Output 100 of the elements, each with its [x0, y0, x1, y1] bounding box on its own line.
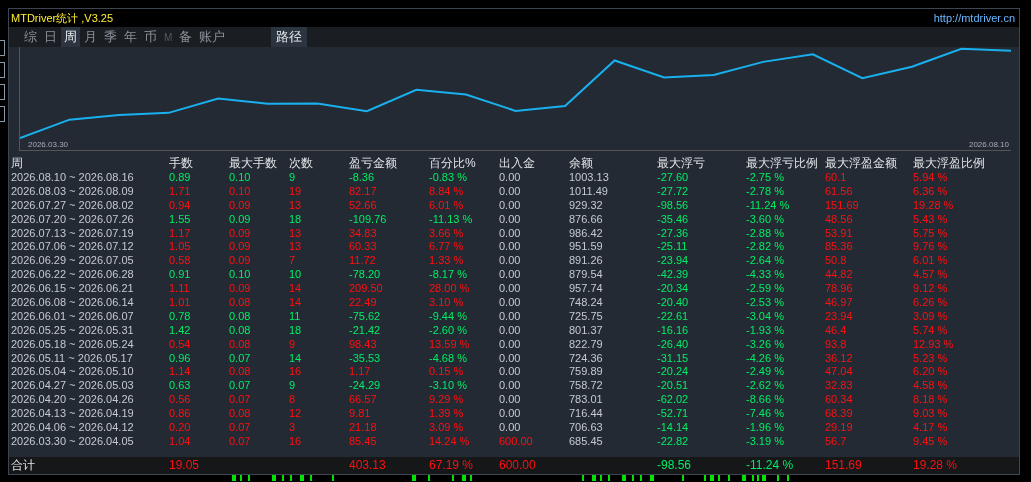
table-cell-text: -2.88 % [746, 226, 785, 241]
table-cell-text: 0.07 [229, 421, 252, 435]
table-cell-text: 986.42 [569, 226, 604, 241]
table-cell-text: 2026.08.03 ~ 2026.08.09 [11, 184, 135, 199]
table-cell-text: 0.00 [499, 240, 522, 255]
table-cell-text: 2026.05.04 ~ 2026.05.10 [11, 365, 135, 380]
website-link[interactable]: http://mtdriver.cn [933, 12, 1015, 24]
table-cell-text: 716.44 [569, 407, 604, 422]
table-cell-text: 34.83 [349, 226, 378, 241]
table-cell-text: 2026.04.20 ~ 2026.04.26 [11, 393, 135, 408]
table-cell-text: 44.82 [825, 268, 854, 283]
table-cell-text: -24.29 [349, 379, 382, 394]
table-cell-text: 19.05 [169, 457, 201, 474]
table-cell-text: 0.78 [169, 309, 192, 324]
table-cell-text: 2026.07.27 ~ 2026.08.02 [11, 198, 135, 213]
table-cell-text: 0.00 [499, 282, 522, 297]
period-tab[interactable]: 账户 [196, 27, 229, 47]
table-cell-text: -4.68 % [429, 351, 468, 366]
table-cell-text: -35.53 [349, 351, 382, 366]
table-cell-text: 1003.13 [569, 171, 610, 185]
table-cell-text: 23.94 [825, 309, 854, 324]
period-tab[interactable]: 日 [41, 27, 60, 47]
table-cell-text: -26.40 [657, 337, 690, 352]
table-cell-text: -11.24 % [746, 457, 795, 474]
table-cell-text: 1.17 [169, 226, 192, 241]
table-cell-text: 0.00 [499, 309, 522, 324]
table-cell-text: 600.00 [499, 434, 534, 449]
table-cell-text: 879.54 [569, 268, 604, 283]
table-cell-text: 0.09 [229, 240, 252, 255]
table-cell-text: 8.84 % [429, 184, 465, 199]
column-header: 手数 [169, 155, 194, 171]
period-tab[interactable]: 币 [141, 27, 160, 47]
column-header: 余额 [569, 155, 594, 171]
table-cell-text: 0.00 [499, 379, 522, 394]
table-cell-text: -3.26 % [746, 337, 785, 352]
table-cell-text: 0.96 [169, 351, 192, 366]
table-cell-text: 2026.05.25 ~ 2026.05.31 [11, 323, 135, 338]
table-cell-text: 801.37 [569, 323, 604, 338]
table-cell-text: 724.36 [569, 351, 604, 366]
table-cell-text: 0.91 [169, 268, 192, 283]
table-cell-text: 1.14 [169, 365, 192, 380]
table-cell-text: 685.45 [569, 434, 604, 449]
table-cell-text: -11.24 % [746, 198, 791, 213]
period-tab[interactable]: 周 [61, 27, 80, 47]
table-cell-text: 2026.06.01 ~ 2026.06.07 [11, 309, 135, 324]
table-cell-text: -20.51 [657, 379, 690, 394]
period-tab[interactable]: 月 [81, 27, 100, 47]
table-cell-text: 0.07 [229, 351, 252, 366]
table-cell-text: 5.23 % [913, 351, 949, 366]
table-cell-text: 14 [289, 282, 303, 297]
table-cell-text: 13 [289, 226, 303, 241]
column-header: 最大浮亏比例 [746, 155, 819, 171]
table-cell-text: 10 [289, 268, 303, 283]
table-cell-text: -23.94 [657, 254, 690, 269]
table-cell-text: 0.08 [229, 407, 252, 422]
table-cell-text: 957.74 [569, 282, 604, 297]
table-cell-text: 52.66 [349, 198, 378, 213]
table-cell-text: 1.17 [349, 365, 372, 380]
table-cell-text: 85.45 [349, 434, 378, 449]
table-cell-text: -27.36 [657, 226, 690, 241]
period-tab[interactable]: 综 [21, 27, 40, 47]
table-cell-text: 0.00 [499, 296, 522, 310]
table-cell-text: 0.89 [169, 171, 192, 185]
table-cell-text: 2026.06.29 ~ 2026.07.05 [11, 254, 135, 269]
path-button[interactable]: 路径 [271, 27, 308, 47]
table-cell-text: -2.82 % [746, 240, 785, 255]
table-cell-text: 1.05 [169, 240, 192, 255]
table-cell-text: 46.97 [825, 296, 854, 310]
table-cell-text: 0.08 [229, 309, 252, 324]
table-cell-text: 56.7 [825, 434, 848, 449]
table-cell-text: 0.08 [229, 296, 252, 310]
table-cell-text: 13 [289, 240, 303, 255]
table-cell-text: 0.00 [499, 212, 522, 227]
table-cell-text: 2026.08.10 ~ 2026.08.16 [11, 171, 135, 185]
table-cell-text: 9 [289, 337, 297, 352]
table-cell-text: -2.59 % [746, 282, 785, 297]
table-cell-text: -4.33 % [746, 268, 785, 283]
table-cell-text: 0.10 [229, 184, 252, 199]
column-header: 出入金 [499, 155, 536, 171]
period-tab[interactable]: 备 [176, 27, 196, 47]
table-cell-text: 4.57 % [913, 268, 949, 283]
table-cell-text: 14 [289, 296, 303, 310]
table-cell-text: -109.76 [349, 212, 388, 227]
table-cell-text: 2026.04.13 ~ 2026.04.19 [11, 407, 135, 422]
period-tab[interactable]: 季 [101, 27, 120, 47]
table-cell-text: 1.39 % [429, 407, 465, 422]
table-cell-text: 3.09 % [913, 309, 949, 324]
table-cell-text: 6.01 % [913, 254, 949, 269]
period-tab[interactable]: 年 [121, 27, 140, 47]
table-cell-text: 0.10 [229, 171, 252, 185]
table-cell-text: -22.61 [657, 309, 690, 324]
table-cell-text: -2.78 % [746, 184, 785, 199]
table-cell-text: 0.07 [229, 434, 252, 449]
table-cell-text: 6.01 % [429, 198, 465, 213]
column-header: 最大浮盈金额 [825, 155, 898, 171]
table-cell-text: -62.02 [657, 393, 690, 408]
table-cell-text: 759.89 [569, 365, 604, 380]
table-cell-text: 60.33 [349, 240, 378, 255]
table-cell-text: 46.4 [825, 323, 848, 338]
table-cell-text: 0.00 [499, 254, 522, 269]
